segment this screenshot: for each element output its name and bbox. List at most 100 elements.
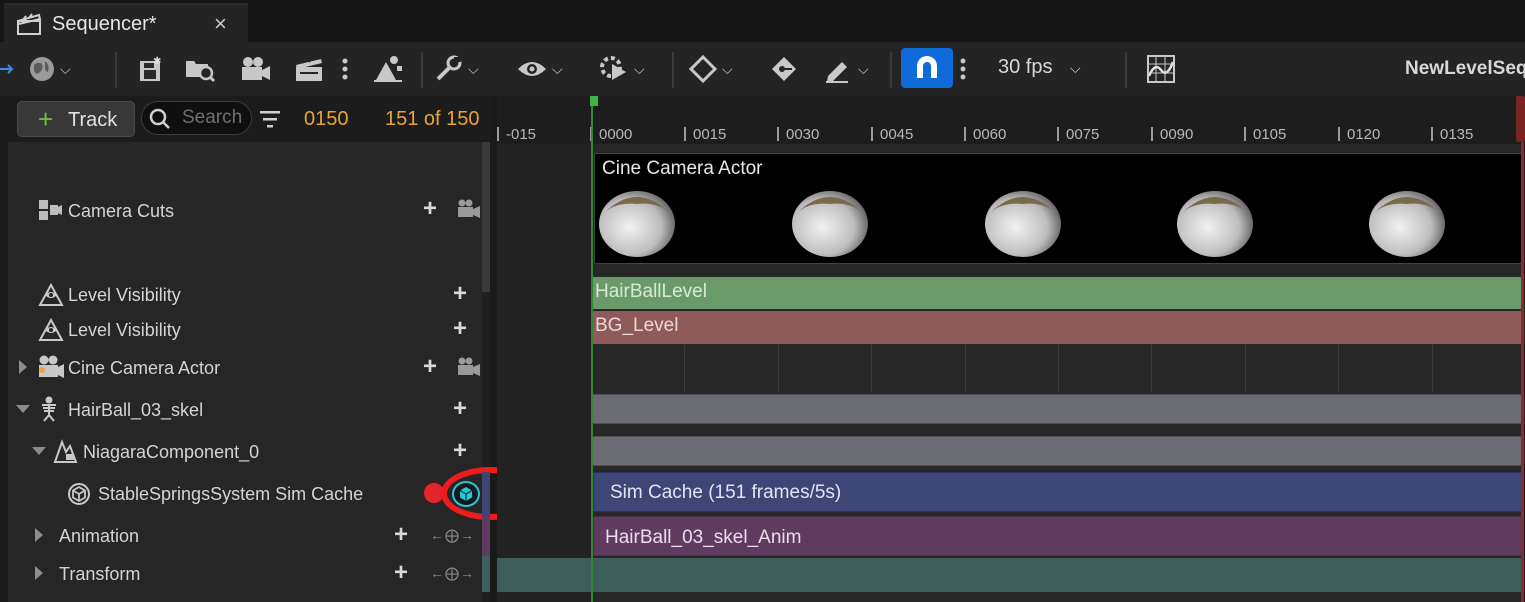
world-dropdown-button[interactable]: ⌵ bbox=[28, 52, 71, 86]
ruler-tick-label: 0045 bbox=[880, 126, 914, 143]
sequencer-tab[interactable]: Sequencer* × bbox=[4, 3, 248, 42]
skeleton-icon bbox=[38, 396, 60, 427]
animation-section[interactable]: HairBall_03_skel_Anim bbox=[593, 516, 1522, 556]
kebab-menu-icon bbox=[342, 58, 348, 80]
key-behavior-button[interactable]: ⌵ bbox=[688, 52, 733, 86]
divider bbox=[1125, 52, 1127, 88]
track-label-cine-camera-actor[interactable]: Cine Camera Actor bbox=[68, 358, 220, 379]
level-visibility-icon bbox=[38, 281, 64, 312]
add-key-button[interactable]: + bbox=[453, 317, 467, 341]
divider bbox=[421, 52, 423, 88]
key-navigation[interactable]: ←⨁→ bbox=[430, 527, 475, 544]
playback-end-line bbox=[1521, 96, 1524, 602]
ruler-tick bbox=[1244, 127, 1246, 141]
add-key-button[interactable]: + bbox=[453, 282, 467, 306]
auto-key-button[interactable] bbox=[768, 52, 800, 86]
hairball-thumbnail bbox=[792, 191, 868, 257]
hairball-level-section[interactable]: HairBallLevel bbox=[592, 277, 1522, 309]
find-in-browser-button[interactable] bbox=[184, 52, 216, 86]
collapse-arrow-icon[interactable] bbox=[16, 405, 30, 413]
sim-cache-section[interactable]: Sim Cache (151 frames/5s) bbox=[593, 472, 1522, 512]
save-sequence-button[interactable]: ✱ bbox=[138, 52, 164, 86]
clapperboard-icon bbox=[16, 12, 42, 36]
camera-cut-section[interactable]: Cine Camera Actor bbox=[594, 153, 1522, 264]
chevron-down-icon: ⌵ bbox=[60, 60, 71, 77]
ruler-tick bbox=[777, 127, 779, 141]
add-camera-cut-button[interactable]: + bbox=[423, 197, 437, 221]
cine-camera-icon bbox=[37, 354, 65, 385]
track-label-sim-cache[interactable]: StableSpringsSystem Sim Cache bbox=[98, 484, 363, 505]
divider bbox=[115, 52, 117, 88]
filter-icon[interactable] bbox=[258, 108, 282, 135]
tools-dropdown-button[interactable]: ⌵ bbox=[434, 52, 479, 86]
track-label-transform[interactable]: Transform bbox=[59, 564, 140, 585]
render-movie-button[interactable] bbox=[294, 52, 326, 86]
track-label-hairball-skel[interactable]: HairBall_03_skel bbox=[68, 400, 203, 421]
skeletal-mesh-section[interactable] bbox=[592, 394, 1522, 424]
key-navigation[interactable]: ←⨁→ bbox=[430, 565, 475, 582]
movie-camera-icon[interactable] bbox=[457, 357, 481, 382]
grid-line bbox=[1245, 345, 1246, 392]
ruler-tick-label: 0135 bbox=[1440, 126, 1474, 143]
playhead-marker[interactable] bbox=[1516, 96, 1525, 142]
collapse-arrow-icon[interactable] bbox=[32, 447, 46, 455]
bg-level-section[interactable]: BG_Level bbox=[592, 311, 1522, 344]
current-frame[interactable]: 0150 bbox=[304, 108, 349, 131]
create-camera-button[interactable] bbox=[240, 52, 272, 86]
movie-camera-icon[interactable] bbox=[457, 199, 481, 224]
add-track-button[interactable]: + bbox=[423, 355, 437, 379]
add-track-button[interactable]: + bbox=[453, 439, 467, 463]
track-label-camera-cuts[interactable]: Camera Cuts bbox=[68, 201, 174, 222]
expand-arrow-icon[interactable] bbox=[35, 528, 43, 542]
playback-start-line bbox=[591, 96, 593, 602]
tab-bar: Sequencer* × bbox=[0, 0, 1525, 42]
section-label: Sim Cache (151 frames/5s) bbox=[610, 482, 842, 503]
grid-line bbox=[1151, 345, 1152, 392]
add-key-button[interactable]: + bbox=[394, 561, 408, 585]
actions-button[interactable] bbox=[372, 52, 404, 86]
level-visibility-icon bbox=[38, 316, 64, 347]
frame-count: 151 of 150 bbox=[385, 108, 480, 130]
niagara-component-section[interactable] bbox=[592, 436, 1522, 466]
ruler-tick bbox=[871, 127, 873, 141]
search-input[interactable] bbox=[182, 106, 248, 130]
expand-arrow-icon[interactable] bbox=[35, 566, 43, 580]
sequence-name: NewLevelSequ bbox=[1405, 58, 1525, 79]
ruler-tick-label: 0105 bbox=[1253, 126, 1287, 143]
view-options-button[interactable]: ⌵ bbox=[516, 52, 563, 86]
track-list-scrollbar[interactable] bbox=[482, 142, 490, 292]
ruler-tick-label: -015 bbox=[506, 126, 537, 143]
add-key-button[interactable]: + bbox=[394, 523, 408, 547]
sequencer-toolbar bbox=[0, 42, 1525, 96]
snapping-toggle-button[interactable] bbox=[901, 48, 953, 88]
add-track-button[interactable]: + Track bbox=[17, 101, 135, 137]
track-color-stripe bbox=[482, 516, 490, 556]
track-label-niagara-component[interactable]: NiagaraComponent_0 bbox=[83, 442, 259, 463]
close-icon[interactable]: × bbox=[214, 11, 227, 37]
hairball-thumbnail bbox=[1369, 191, 1445, 257]
track-label-level-visibility[interactable]: Level Visibility bbox=[68, 320, 181, 341]
ruler-tick bbox=[1338, 127, 1340, 141]
more-options-button[interactable] bbox=[340, 52, 350, 86]
playback-options-button[interactable]: ⌵ bbox=[598, 52, 645, 86]
ruler-tick bbox=[1431, 127, 1433, 141]
grid-line bbox=[778, 345, 779, 392]
track-label-animation[interactable]: Animation bbox=[59, 526, 139, 547]
track-search[interactable] bbox=[141, 101, 252, 135]
ruler-tick bbox=[497, 127, 499, 141]
transform-section[interactable] bbox=[497, 558, 1523, 592]
diamond-key-icon bbox=[688, 54, 718, 84]
frame-rate-value: 30 fps bbox=[998, 56, 1053, 78]
add-track-button[interactable]: + bbox=[453, 397, 467, 421]
track-label-level-visibility[interactable]: Level Visibility bbox=[68, 285, 181, 306]
wrench-icon bbox=[436, 55, 462, 81]
playback-start-marker[interactable] bbox=[590, 96, 598, 106]
edit-mode-button[interactable]: ⌵ bbox=[822, 52, 869, 86]
svg-text:✱: ✱ bbox=[153, 56, 161, 67]
expand-arrow-icon[interactable] bbox=[19, 360, 27, 374]
add-track-label: Track bbox=[68, 109, 118, 131]
curve-editor-button[interactable] bbox=[1146, 52, 1176, 86]
frame-rate-dropdown[interactable]: 30 fps ⌵ bbox=[998, 56, 1081, 79]
curve-graph-icon bbox=[1147, 55, 1175, 83]
snapping-options-button[interactable] bbox=[958, 52, 968, 86]
